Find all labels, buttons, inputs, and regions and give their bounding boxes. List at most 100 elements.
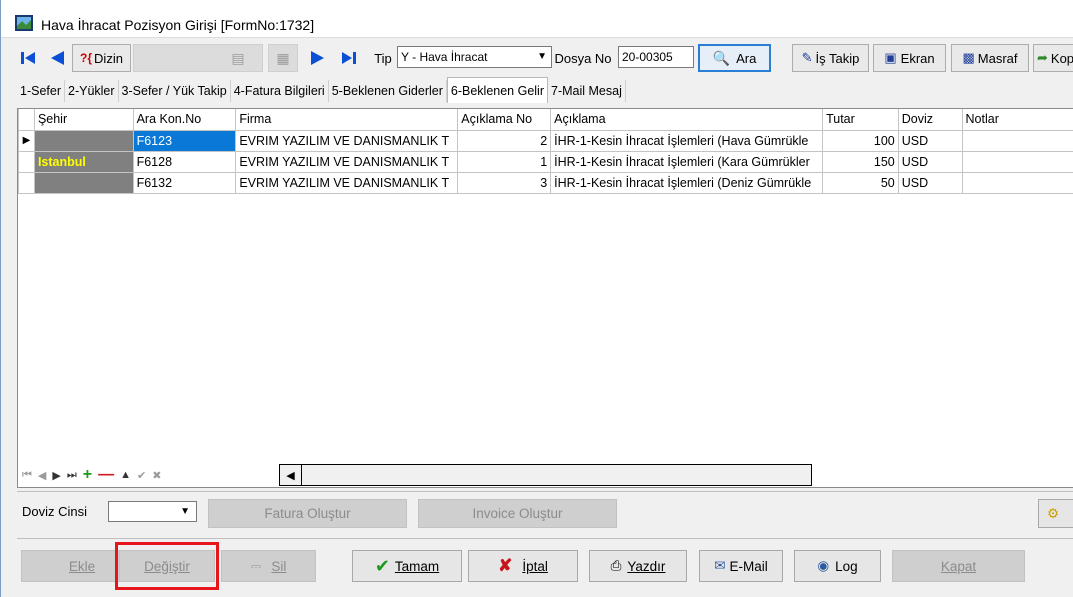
notlar-cell[interactable] (961, 171, 1073, 194)
doviz-cell[interactable]: USD (897, 171, 963, 194)
ekran-button[interactable]: ▣ Ekran (873, 44, 946, 72)
first-record-icon[interactable] (17, 44, 39, 72)
tab-beklenen-giderler[interactable]: 5-Beklenen Giderler (328, 80, 447, 102)
nav-cancel-icon[interactable]: ✖ (152, 469, 161, 482)
tab-fatura-bilgileri[interactable]: 4-Fatura Bilgileri (230, 80, 329, 102)
arrow-right-icon: ➦ (1037, 50, 1048, 65)
tamam-button[interactable]: ✔ Tamam (352, 550, 462, 582)
horizontal-scrollbar[interactable]: ◀ (279, 464, 812, 486)
column-header-tutar[interactable]: Tutar (822, 109, 899, 131)
column-header-sehir[interactable]: Şehir (33, 109, 134, 131)
tutar-cell[interactable]: 150 (822, 150, 899, 173)
nav-next-icon[interactable]: ▶ (52, 469, 60, 482)
ara-kon-no-cell[interactable]: F6123 (132, 129, 237, 152)
aciklama-no-cell[interactable]: 3 (457, 171, 552, 194)
aciklama-no-cell[interactable]: 2 (457, 129, 552, 152)
chevron-down-icon: ▼ (537, 51, 547, 62)
email-label: E-Mail (729, 558, 768, 574)
firma-cell[interactable]: EVRIM YAZILIM VE DANISMANLIK T (235, 150, 459, 173)
ara-kon-no-cell[interactable]: F6128 (132, 150, 237, 173)
aciklama-no-cell[interactable]: 1 (457, 150, 552, 173)
column-header-aciklama[interactable]: Açıklama (550, 109, 824, 131)
aciklama-cell[interactable]: İHR-1-Kesin İhracat İşlemleri (Deniz Güm… (550, 171, 824, 194)
chevron-down-icon: ▼ (180, 506, 190, 517)
tool-icon: ⚙ (1047, 505, 1060, 521)
notlar-cell[interactable] (961, 129, 1073, 152)
preview-icon: ▤ (231, 49, 245, 66)
ara-button[interactable]: 🔍 Ara (698, 44, 771, 72)
tab-yukler[interactable]: 2-Yükler (65, 80, 119, 102)
envelope-icon: ✉ (714, 558, 726, 573)
column-header-ara-kon-no[interactable]: Ara Kon.No (132, 109, 237, 131)
yazdir-label: Yazdır (627, 558, 666, 574)
tutar-cell[interactable]: 50 (822, 171, 899, 194)
kop-button[interactable]: ➦ Kop (1033, 44, 1073, 72)
nav-prev-icon[interactable]: ◀ (38, 469, 46, 482)
doviz-cell[interactable]: USD (897, 129, 963, 152)
highlight-box (115, 542, 219, 590)
ara-kon-no-cell[interactable]: F6132 (132, 171, 237, 194)
tip-select[interactable]: Y - Hava İhracat ▼ (397, 46, 552, 68)
ara-label: Ara (736, 50, 757, 66)
next-record-icon[interactable] (307, 44, 329, 72)
is-takip-button[interactable]: ✎ İş Takip (792, 44, 869, 72)
kapat-label: Kapat (940, 558, 977, 574)
kapat-button: Kapat (892, 550, 1025, 582)
tab-beklenen-gelir[interactable]: 6-Beklenen Gelir (446, 77, 548, 103)
log-button[interactable]: ◉ Log (794, 550, 881, 582)
invoice-olustur-button: Invoice Oluştur (418, 499, 617, 528)
last-record-icon[interactable] (337, 44, 361, 72)
email-button[interactable]: ✉ E-Mail (699, 550, 783, 582)
iptal-button[interactable]: ✘ İptal (468, 550, 578, 582)
masraf-button[interactable]: ▩ Masraf (951, 44, 1029, 72)
firma-cell[interactable]: EVRIM YAZILIM VE DANISMANLIK T (235, 129, 459, 152)
row-indicator-header (18, 109, 35, 131)
aciklama-cell[interactable]: İHR-1-Kesin İhracat İşlemleri (Hava Gümr… (550, 129, 824, 152)
divider (17, 491, 1073, 492)
row-indicator (18, 171, 35, 194)
disabled-toolbar-slot: ▤ (133, 44, 263, 72)
tutar-cell[interactable]: 100 (822, 129, 899, 152)
table-row[interactable]: ▶ F6123 EVRIM YAZILIM VE DANISMANLIK T 2… (18, 129, 1073, 152)
printer-icon: ⎙ (610, 558, 622, 573)
log-label: Log (835, 558, 858, 574)
tab-sefer[interactable]: 1-Sefer (17, 80, 65, 102)
doviz-cell[interactable]: USD (897, 150, 963, 173)
nav-delete-icon[interactable]: — (98, 466, 114, 484)
column-header-doviz[interactable]: Doviz (897, 109, 963, 131)
tab-mail-mesaj[interactable]: 7-Mail Mesaj (548, 80, 626, 102)
dosya-no-value: 20-00305 (622, 50, 673, 64)
column-header-firma[interactable]: Firma (235, 109, 459, 131)
masraf-label: Masraf (977, 50, 1018, 66)
column-header-aciklama-no[interactable]: Açıklama No (457, 109, 552, 131)
city-cell[interactable]: Istanbul (33, 150, 134, 173)
nav-first-icon[interactable]: ⏮ (22, 469, 32, 482)
scroll-left-icon[interactable]: ◀ (280, 465, 302, 485)
fatura-olustur-button: Fatura Oluştur (208, 499, 407, 528)
log-icon: ◉ (817, 558, 830, 573)
index-button[interactable]: ?{ Dizin (72, 44, 131, 72)
nav-confirm-icon[interactable]: ✔ (137, 469, 146, 482)
nav-add-icon[interactable]: + (83, 466, 92, 484)
aciklama-cell[interactable]: İHR-1-Kesin İhracat İşlemleri (Kara Gümr… (550, 150, 824, 173)
dosya-no-field[interactable]: 20-00305 (618, 46, 694, 68)
sil-button: ⎓ Sil (221, 550, 316, 582)
data-grid[interactable]: Şehir Ara Kon.No Firma Açıklama No Açıkl… (17, 108, 1073, 488)
yazdir-button[interactable]: ⎙ Yazdır (589, 550, 687, 582)
doviz-cinsi-label: Doviz Cinsi (22, 504, 88, 519)
doviz-cinsi-select[interactable]: ▼ (108, 501, 197, 522)
table-row[interactable]: F6132 EVRIM YAZILIM VE DANISMANLIK T 3 İ… (18, 171, 1073, 194)
sil-label: Sil (271, 558, 287, 574)
nav-up-icon[interactable]: ▲ (120, 469, 131, 481)
tab-sefer-yuk-takip[interactable]: 3-Sefer / Yük Takip (118, 80, 231, 102)
notlar-cell[interactable] (961, 150, 1073, 173)
check-icon: ✔ (374, 555, 390, 576)
city-cell[interactable] (33, 171, 134, 194)
column-header-notlar[interactable]: Notlar (961, 109, 1073, 131)
previous-record-icon[interactable] (45, 44, 69, 72)
city-cell[interactable] (33, 129, 134, 152)
table-row[interactable]: Istanbul F6128 EVRIM YAZILIM VE DANISMAN… (18, 150, 1073, 173)
firma-cell[interactable]: EVRIM YAZILIM VE DANISMANLIK T (235, 171, 459, 194)
nav-last-icon[interactable]: ⏭ (67, 469, 77, 482)
extra-action-button[interactable]: ⚙ (1038, 499, 1073, 528)
